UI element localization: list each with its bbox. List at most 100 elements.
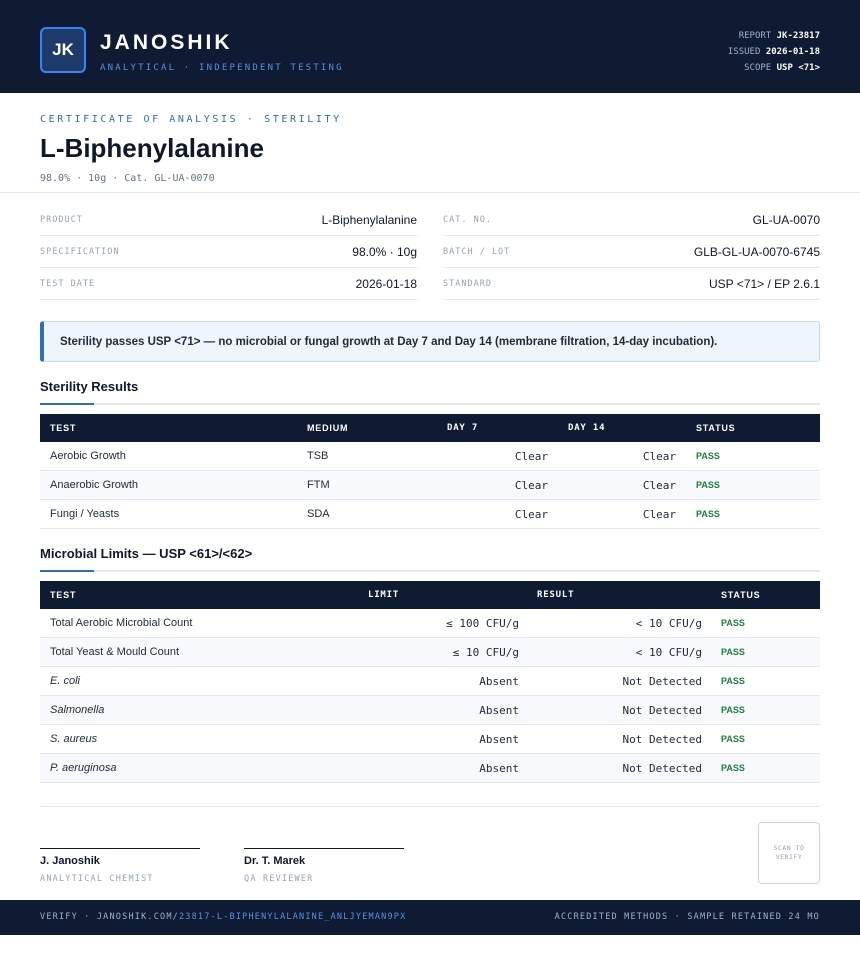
cell-result: Not Detected <box>622 675 702 688</box>
info-label: STANDARD <box>443 278 492 289</box>
document-eyebrow: CERTIFICATE OF ANALYSIS · STERILITY <box>40 114 342 125</box>
verify-prefix: VERIFY · JANOSHIK.COM/ <box>40 912 179 922</box>
cell-day7: Clear <box>514 479 548 492</box>
cell-test: Fungi / Yeasts <box>50 508 120 520</box>
issued-line: ISSUED 2026-01-18 <box>728 44 820 60</box>
verify-qr-placeholder[interactable]: SCAN TO VERIFY <box>758 822 820 884</box>
microbial-table: TEST LIMIT RESULT STATUS Total Aerobic M… <box>40 581 820 783</box>
column-header-day14: DAY 14 <box>568 423 606 433</box>
info-label: SPECIFICATION <box>40 246 120 257</box>
sterility-table: TEST MEDIUM DAY 7 DAY 14 STATUS Aerobic … <box>40 414 820 529</box>
cell-day14: Clear <box>642 479 676 492</box>
column-header-medium: MEDIUM <box>307 423 349 433</box>
table-row: Total Aerobic Microbial Count ≤ 100 CFU/… <box>40 609 820 638</box>
info-label: TEST DATE <box>40 278 96 289</box>
cell-medium: FTM <box>307 479 330 491</box>
divider <box>0 192 860 193</box>
cell-result: Not Detected <box>622 704 702 717</box>
signatory-role: QA REVIEWER <box>244 874 314 884</box>
table-row: Total Yeast & Mould Count ≤ 10 CFU/g < 1… <box>40 638 820 667</box>
report-label: REPORT <box>738 31 772 41</box>
column-header-test: TEST <box>50 423 77 433</box>
cell-test: S. aureus <box>50 733 98 745</box>
cell-limit: Absent <box>479 704 519 717</box>
report-footer: VERIFY · JANOSHIK.COM/23817-L-BIPHENYLAL… <box>0 900 860 935</box>
cell-test: Salmonella <box>50 704 105 716</box>
status-badge: PASS <box>721 734 745 744</box>
cell-result: Not Detected <box>622 733 702 746</box>
status-badge: PASS <box>721 647 745 657</box>
table-row: Anaerobic Growth FTM Clear Clear PASS <box>40 471 820 500</box>
column-header-status: STATUS <box>696 423 736 433</box>
info-right-column: CAT. NO. GL-UA-0070 BATCH / LOT GLB-GL-U… <box>443 204 820 300</box>
info-row-product: PRODUCT L-Biphenylalanine <box>40 204 417 236</box>
cell-test: Anaerobic Growth <box>50 479 139 491</box>
brand-logo: JK <box>40 27 86 73</box>
issued-label: ISSUED <box>727 47 761 57</box>
table-header: TEST LIMIT RESULT STATUS <box>40 581 820 609</box>
info-label: PRODUCT <box>40 214 83 225</box>
scope-label: SCOPE <box>744 63 772 73</box>
signatory-name: Dr. T. Marek <box>244 855 306 867</box>
issued-date: 2026-01-18 <box>765 47 820 57</box>
info-value: L-Biphenylalanine <box>321 212 417 227</box>
cell-day7: Clear <box>514 508 548 521</box>
report-meta: REPORT JK-23817 ISSUED 2026-01-18 SCOPE … <box>728 28 820 76</box>
table-row: S. aureus Absent Not Detected PASS <box>40 725 820 754</box>
column-header-limit: LIMIT <box>368 590 400 600</box>
cell-limit: ≤ 100 CFU/g <box>446 617 519 630</box>
cell-test: Total Aerobic Microbial Count <box>50 617 193 629</box>
table-row: Salmonella Absent Not Detected PASS <box>40 696 820 725</box>
status-badge: PASS <box>696 480 720 490</box>
result-summary-notice: Sterility passes USP <71> — no microbial… <box>40 321 820 362</box>
report-header: JK JANOSHIK ANALYTICAL · INDEPENDENT TES… <box>0 0 860 93</box>
cell-day14: Clear <box>642 450 676 463</box>
cell-medium: TSB <box>307 450 329 462</box>
info-value: USP <71> / EP 2.6.1 <box>709 276 820 291</box>
page-subtitle: 98.0% · 10g · Cat. GL-UA-0070 <box>40 173 215 184</box>
page-title: L-Biphenylalanine <box>40 133 264 163</box>
info-label: BATCH / LOT <box>443 246 511 257</box>
signatory-role: ANALYTICAL CHEMIST <box>40 874 154 884</box>
sterility-heading: Sterility Results <box>40 379 139 394</box>
info-row-cat-no: CAT. NO. GL-UA-0070 <box>443 204 820 236</box>
verify-link[interactable]: 23817-L-BIPHENYLALANINE_ANLJYEMAN9PX <box>179 912 406 922</box>
footer-note: ACCREDITED METHODS · SAMPLE RETAINED 24 … <box>554 912 820 922</box>
cell-limit: Absent <box>479 733 519 746</box>
info-row-standard: STANDARD USP <71> / EP 2.6.1 <box>443 268 820 300</box>
signature-block: Dr. T. Marek QA REVIEWER <box>244 848 404 884</box>
cell-day14: Clear <box>642 508 676 521</box>
status-badge: PASS <box>721 763 745 773</box>
info-value: 98.0% · 10g <box>352 244 417 259</box>
table-row: P. aeruginosa Absent Not Detected PASS <box>40 754 820 783</box>
section-rule <box>40 570 820 572</box>
info-value: GLB-GL-UA-0070-6745 <box>693 244 820 259</box>
cell-test: P. aeruginosa <box>50 762 117 774</box>
status-badge: PASS <box>696 509 720 519</box>
signatory-name: J. Janoshik <box>40 855 100 867</box>
section-rule <box>40 403 820 405</box>
column-header-result: RESULT <box>537 590 575 600</box>
verify-line: VERIFY · JANOSHIK.COM/23817-L-BIPHENYLAL… <box>40 912 406 922</box>
cell-result: Not Detected <box>622 762 702 775</box>
scope-line: SCOPE USP <71> <box>728 60 820 76</box>
cell-test: Total Yeast & Mould Count <box>50 646 180 658</box>
divider <box>40 806 820 807</box>
cell-test: Aerobic Growth <box>50 450 126 462</box>
table-row: Fungi / Yeasts SDA Clear Clear PASS <box>40 500 820 529</box>
table-row: Aerobic Growth TSB Clear Clear PASS <box>40 442 820 471</box>
brand-tagline: ANALYTICAL · INDEPENDENT TESTING <box>100 63 344 73</box>
cell-result: < 10 CFU/g <box>635 646 702 659</box>
info-value: 2026-01-18 <box>355 276 417 291</box>
table-header: TEST MEDIUM DAY 7 DAY 14 STATUS <box>40 414 820 442</box>
info-row-test-date: TEST DATE 2026-01-18 <box>40 268 417 300</box>
status-badge: PASS <box>721 705 745 715</box>
report-id-line: REPORT JK-23817 <box>728 28 820 44</box>
cell-day7: Clear <box>514 450 548 463</box>
cell-limit: Absent <box>479 675 519 688</box>
table-row: E. coli Absent Not Detected PASS <box>40 667 820 696</box>
report-id: JK-23817 <box>776 31 820 41</box>
column-header-day7: DAY 7 <box>447 423 479 433</box>
scope-value: USP <71> <box>776 63 820 73</box>
info-row-batch: BATCH / LOT GLB-GL-UA-0070-6745 <box>443 236 820 268</box>
